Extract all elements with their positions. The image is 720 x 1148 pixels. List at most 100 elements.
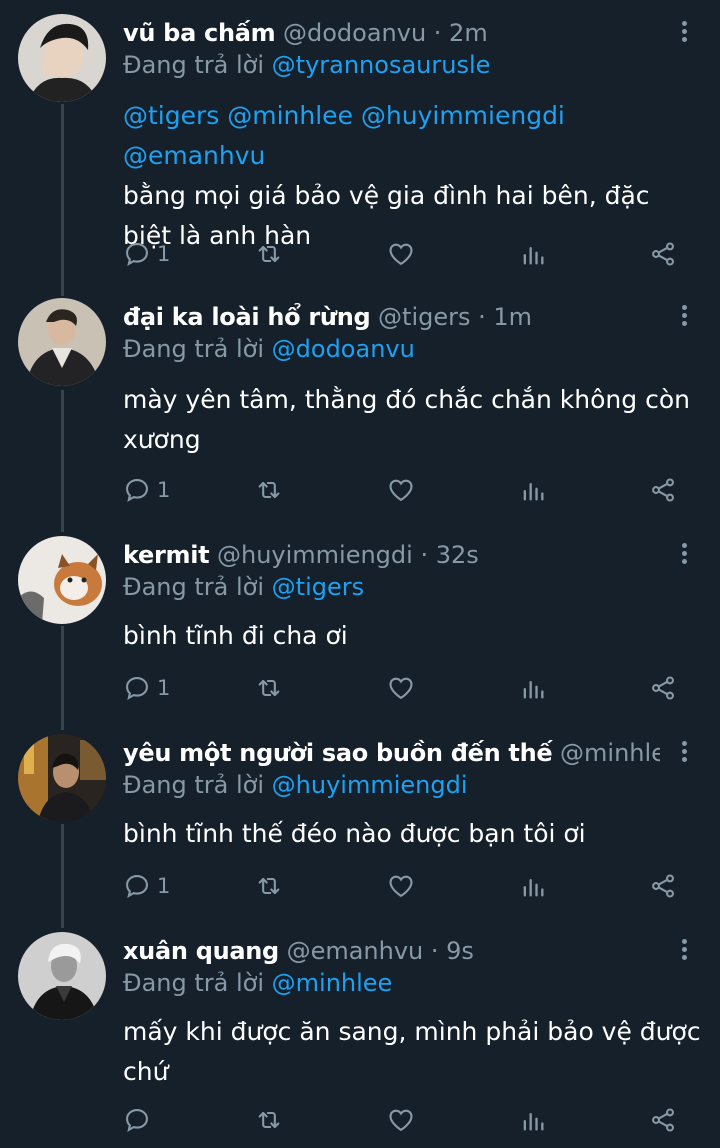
- retweet-button[interactable]: [255, 870, 283, 902]
- tweet-body: mày yên tâm, thằng đó chắc chắn không cò…: [123, 385, 690, 454]
- analytics-icon: [523, 247, 544, 265]
- share-button[interactable]: [649, 870, 677, 902]
- reply-count: 1: [157, 676, 171, 700]
- like-icon: [389, 243, 413, 266]
- analytics-button[interactable]: [519, 1104, 547, 1136]
- more-icon[interactable]: [678, 936, 690, 964]
- action-bar: 1: [123, 870, 683, 902]
- retweet-button[interactable]: [255, 474, 283, 506]
- username[interactable]: @emanhvu: [287, 937, 424, 965]
- more-icon[interactable]: [678, 18, 690, 46]
- retweet-button[interactable]: [255, 1104, 283, 1136]
- like-icon: [389, 677, 413, 700]
- display-name[interactable]: kermit: [123, 541, 210, 569]
- thread-line: [61, 626, 64, 730]
- display-name[interactable]: vũ ba chấm: [123, 19, 276, 47]
- tweet-header: kermit @huyimmiengdi · 32s: [123, 540, 660, 570]
- display-name[interactable]: xuân quang: [123, 937, 279, 965]
- timestamp: · 32s: [420, 541, 479, 569]
- reply-button[interactable]: 1: [123, 474, 170, 506]
- analytics-button[interactable]: [519, 238, 547, 270]
- username[interactable]: @huyimmiengdi: [217, 541, 413, 569]
- reply-icon: [126, 243, 148, 267]
- reply-prefix: Đang trả lời: [123, 771, 265, 799]
- avatar[interactable]: [18, 932, 106, 1020]
- reply-prefix: Đang trả lời: [123, 969, 265, 997]
- timestamp: · 9s: [430, 937, 474, 965]
- share-button[interactable]: [649, 238, 677, 270]
- avatar[interactable]: [18, 536, 106, 624]
- replying-to: Đang trả lời @dodoanvu: [123, 334, 415, 364]
- replying-to: Đang trả lời @tigers: [123, 572, 364, 602]
- reply-mention[interactable]: @huyimmiengdi: [272, 771, 468, 799]
- share-icon: [652, 242, 674, 266]
- like-button[interactable]: [387, 870, 415, 902]
- share-icon: [652, 478, 674, 502]
- like-button[interactable]: [387, 1104, 415, 1136]
- analytics-icon: [523, 879, 544, 897]
- avatar[interactable]: [18, 734, 106, 822]
- share-icon: [652, 676, 674, 700]
- reply-count: 1: [157, 478, 171, 502]
- like-button[interactable]: [387, 672, 415, 704]
- tweet-header: vũ ba chấm @dodoanvu · 2m: [123, 18, 660, 48]
- username[interactable]: @tigers: [378, 303, 470, 331]
- more-icon[interactable]: [678, 540, 690, 568]
- action-bar: 1: [123, 672, 683, 704]
- share-button[interactable]: [649, 474, 677, 506]
- reply-button[interactable]: 1: [123, 238, 170, 270]
- analytics-button[interactable]: [519, 870, 547, 902]
- retweet-icon: [258, 245, 280, 263]
- retweet-button[interactable]: [255, 672, 283, 704]
- reply-mention[interactable]: @dodoanvu: [272, 335, 415, 363]
- replying-to: Đang trả lời @tyrannosaurusle: [123, 50, 490, 80]
- reply-prefix: Đang trả lời: [123, 335, 265, 363]
- action-bar: 1: [123, 474, 683, 506]
- display-name[interactable]: đại ka loài hổ rừng: [123, 303, 371, 331]
- analytics-button[interactable]: [519, 474, 547, 506]
- tweet-header: đại ka loài hổ rừng @tigers · 1m: [123, 302, 660, 332]
- reply-prefix: Đang trả lời: [123, 573, 265, 601]
- mentions[interactable]: @tigers @minhlee @huyimmiengdi @emanhvu: [123, 96, 703, 176]
- analytics-icon: [523, 1113, 544, 1131]
- reply-button[interactable]: [123, 1104, 157, 1136]
- username[interactable]: @dodoanvu: [283, 19, 426, 47]
- reply-mention[interactable]: @minhlee: [272, 969, 393, 997]
- reply-icon: [126, 875, 148, 899]
- avatar[interactable]: [18, 298, 106, 386]
- like-button[interactable]: [387, 238, 415, 270]
- display-name[interactable]: yêu một người sao buồn đến thế: [123, 739, 553, 767]
- thread-line: [61, 104, 64, 296]
- analytics-button[interactable]: [519, 672, 547, 704]
- more-icon[interactable]: [678, 302, 690, 330]
- avatar[interactable]: [18, 14, 106, 102]
- reply-mention[interactable]: @tyrannosaurusle: [272, 51, 491, 79]
- reply-icon: [126, 479, 148, 503]
- share-button[interactable]: [649, 1104, 677, 1136]
- tweet-body: bình tĩnh đi cha ơi: [123, 621, 348, 650]
- retweet-icon: [258, 877, 280, 895]
- username[interactable]: @minhlee ·...: [560, 739, 660, 767]
- retweet-button[interactable]: [255, 238, 283, 270]
- tweet-body: mấy khi được ăn sang, mình phải bảo vệ đ…: [123, 1017, 701, 1086]
- reply-button[interactable]: 1: [123, 672, 170, 704]
- tweet-text: mấy khi được ăn sang, mình phải bảo vệ đ…: [123, 1012, 703, 1092]
- share-button[interactable]: [649, 672, 677, 704]
- tweet-text: bình tĩnh thế đéo nào được bạn tôi ơi: [123, 814, 703, 854]
- retweet-icon: [258, 1111, 280, 1129]
- more-icon[interactable]: [678, 738, 690, 766]
- tweet-header: xuân quang @emanhvu · 9s: [123, 936, 660, 966]
- replying-to: Đang trả lời @huyimmiengdi: [123, 770, 468, 800]
- thread-line: [61, 390, 64, 532]
- tweet-text: mày yên tâm, thằng đó chắc chắn không cò…: [123, 380, 703, 460]
- like-icon: [389, 1109, 413, 1132]
- reply-count: 1: [157, 242, 171, 266]
- analytics-icon: [523, 681, 544, 699]
- reply-button[interactable]: 1: [123, 870, 170, 902]
- timestamp: · 1m: [478, 303, 533, 331]
- thread-line: [61, 824, 64, 928]
- reply-mention[interactable]: @tigers: [272, 573, 364, 601]
- action-bar: 1: [123, 238, 683, 270]
- like-button[interactable]: [387, 474, 415, 506]
- analytics-icon: [523, 483, 544, 501]
